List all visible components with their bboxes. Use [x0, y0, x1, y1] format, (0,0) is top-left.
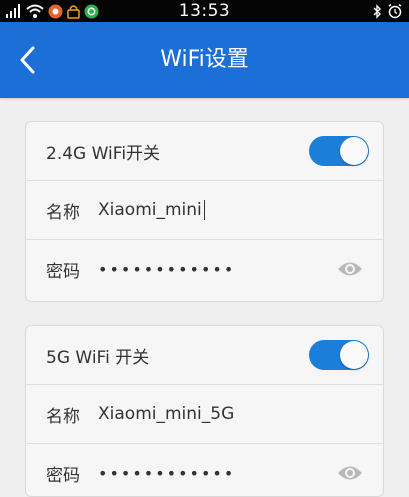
wifi-5g-toggle-row: 5G WiFi 开关	[26, 326, 383, 385]
toggle-knob	[340, 341, 368, 369]
wifi-24g-password-input[interactable]: ••••••••••••	[98, 260, 235, 279]
page-title: WiFi设置	[160, 47, 249, 72]
wifi-24g-card: 2.4G WiFi开关 名称 Xiaomi_mini 密码 ••••••••••…	[25, 121, 384, 302]
app-bar: WiFi设置	[0, 22, 409, 98]
wifi-24g-password-row: 密码 ••••••••••••	[26, 240, 383, 299]
wifi-5g-name-label: 名称	[46, 406, 80, 427]
wifi-24g-toggle-row: 2.4G WiFi开关	[26, 122, 383, 181]
text-cursor	[203, 200, 205, 220]
alarm-icon	[388, 3, 402, 19]
wifi-24g-name-input[interactable]: Xiaomi_mini	[98, 200, 205, 220]
wifi-24g-toggle[interactable]	[309, 136, 369, 166]
toggle-knob	[340, 137, 368, 165]
wifi-24g-toggle-label: 2.4G WiFi开关	[46, 143, 161, 164]
wifi-24g-name-value: Xiaomi_mini	[98, 200, 202, 220]
wifi-5g-password-input[interactable]: ••••••••••••	[98, 464, 235, 483]
wifi-24g-password-label: 密码	[46, 262, 80, 282]
wifi-24g-name-row: 名称 Xiaomi_mini	[26, 181, 383, 240]
eye-icon[interactable]	[337, 463, 363, 483]
wifi-5g-toggle-label: 5G WiFi 开关	[46, 347, 150, 368]
eye-icon[interactable]	[337, 259, 363, 279]
wifi-24g-name-label: 名称	[46, 202, 80, 223]
wifi-5g-password-row: 密码 ••••••••••••	[26, 444, 383, 496]
wifi-5g-name-input[interactable]: Xiaomi_mini_5G	[98, 404, 234, 424]
wifi-5g-password-label: 密码	[46, 466, 80, 486]
wifi-5g-card: 5G WiFi 开关 名称 Xiaomi_mini_5G 密码 ••••••••…	[25, 325, 384, 497]
bluetooth-icon	[373, 3, 381, 19]
status-bar: 13:53	[0, 0, 409, 22]
status-right-icons	[372, 2, 403, 20]
status-clock: 13:53	[178, 1, 231, 21]
wifi-5g-name-row: 名称 Xiaomi_mini_5G	[26, 385, 383, 444]
wifi-5g-toggle[interactable]	[309, 340, 369, 370]
